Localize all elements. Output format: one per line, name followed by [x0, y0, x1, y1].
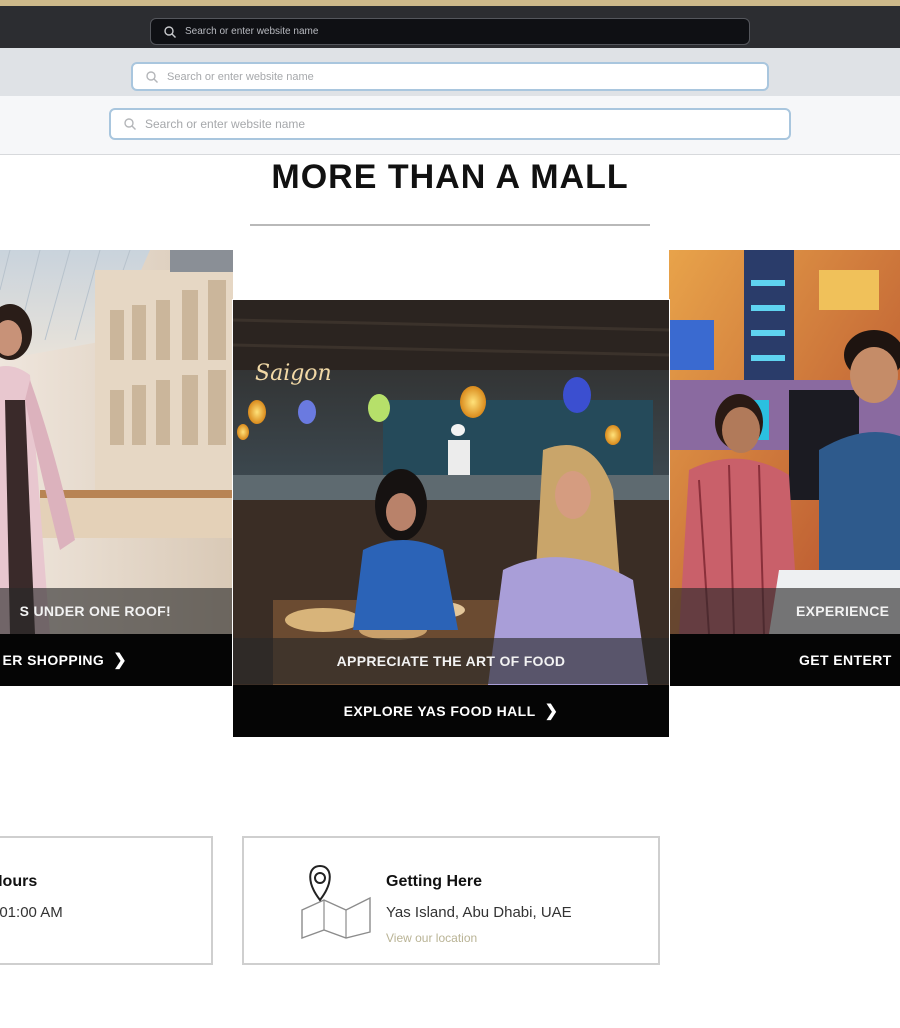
entertainment-cta-button[interactable]: GET ENTERT	[669, 634, 900, 686]
card-caption: EXPERIENCE	[669, 588, 900, 634]
explore-food-hall-button[interactable]: EXPLORE YAS FOOD HALL ❯	[233, 685, 669, 737]
shopping-mall-photo	[0, 250, 233, 634]
map-pin-icon	[301, 864, 371, 939]
address-bar-light[interactable]: Search or enter website name	[131, 62, 769, 91]
getting-here-title: Getting Here	[386, 873, 483, 890]
chevron-right-icon: ❯	[544, 703, 559, 720]
address-bar-placeholder: Search or enter website name	[167, 70, 314, 83]
address-bar-placeholder: Search or enter website name	[185, 26, 319, 37]
arcade-photo	[669, 250, 900, 634]
cta-label: EXPLORE YAS FOOD HALL	[343, 703, 536, 719]
restaurant-sign: Saigon	[255, 361, 332, 386]
card-entertainment[interactable]: EXPERIENCE GET ENTERT	[669, 250, 900, 686]
card-caption: APPRECIATE THE ART OF FOOD	[233, 638, 669, 684]
browser-toolbar-white: Search or enter website name	[0, 96, 900, 155]
browser-toolbar-dark: Search or enter website name	[0, 6, 900, 48]
card-food-hall[interactable]: Saigon APPRECIATE THE ART OF FOOD EXPLOR…	[233, 300, 669, 737]
address-bar-dark[interactable]: Search or enter website name	[150, 18, 750, 45]
getting-here-box: Getting Here Yas Island, Abu Dhabi, UAE …	[242, 836, 660, 965]
card-shopping[interactable]: S UNDER ONE ROOF! ER SHOPPING ❯	[0, 250, 233, 686]
title-divider	[250, 224, 650, 226]
opening-hours-title: ng Hours	[0, 873, 38, 890]
cta-label: GET ENTERT	[799, 652, 892, 668]
view-location-link[interactable]: View our location	[386, 931, 477, 945]
opening-hours-times: M to 01:00 AM	[0, 904, 63, 921]
search-icon	[124, 118, 136, 130]
location-address: Yas Island, Abu Dhabi, UAE	[386, 904, 572, 921]
card-caption: S UNDER ONE ROOF!	[0, 588, 233, 634]
cta-label: ER SHOPPING	[2, 652, 105, 668]
chevron-right-icon: ❯	[113, 652, 127, 669]
opening-hours-box: ng Hours M to 01:00 AM hours	[0, 836, 213, 965]
section-title: MORE THAN A MALL	[271, 158, 629, 196]
search-icon	[164, 25, 176, 38]
search-icon	[146, 70, 158, 83]
address-bar-placeholder: Search or enter website name	[145, 117, 306, 131]
browser-toolbar-light: Search or enter website name	[0, 48, 900, 96]
address-bar-focused[interactable]: Search or enter website name	[109, 108, 791, 140]
shopping-cta-button[interactable]: ER SHOPPING ❯	[0, 634, 233, 686]
restaurant-photo: Saigon	[233, 300, 669, 685]
